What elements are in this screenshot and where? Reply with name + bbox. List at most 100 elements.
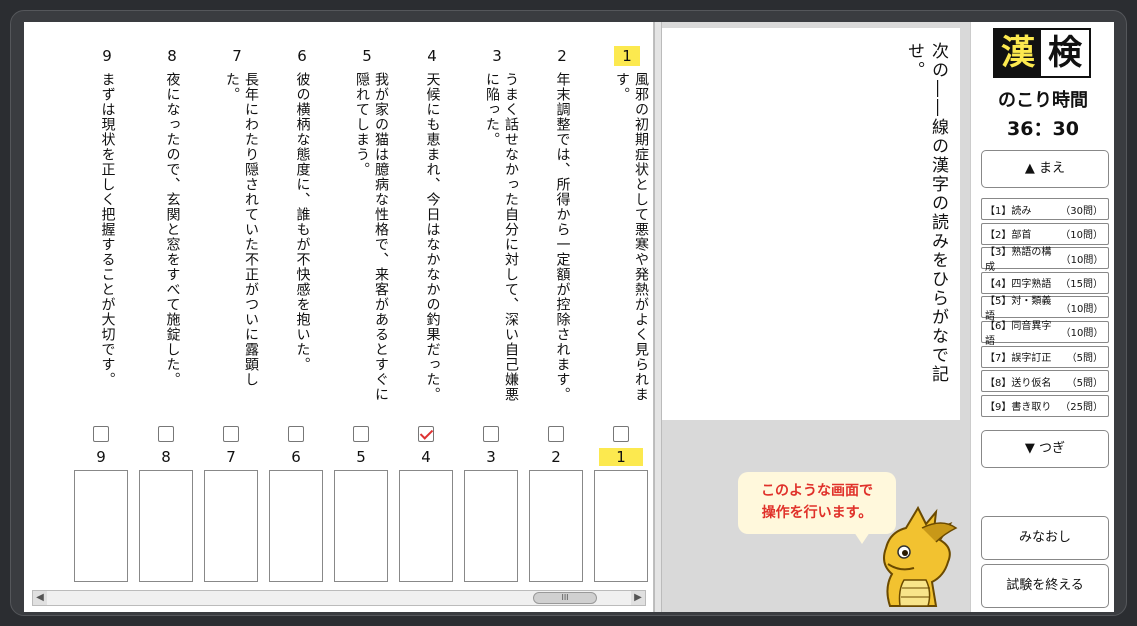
section-count: （15問） [1060, 279, 1103, 291]
section-item-9[interactable]: 【9】書き取り （25問） [981, 394, 1109, 417]
review-checkbox[interactable] [158, 426, 174, 442]
question-text: 夜になったので、玄関と窓をすべて施錠した。 [164, 72, 181, 387]
review-checkbox[interactable] [93, 426, 109, 442]
answer-box[interactable] [399, 470, 453, 582]
question-text: 我が家の猫は臆病な性格で、来客があるとすぐに隠れてしまう。 [354, 72, 389, 402]
question-4: 4 天候にも恵まれ、今日はなかなかの釣果だった。 [417, 46, 447, 406]
dragon-mascot-icon [883, 505, 958, 607]
answer-5: 5 [334, 426, 388, 586]
answer-number: 5 [356, 448, 366, 466]
instruction-text: 次の――線の漢字の読みをひらがなで記せ。 [904, 42, 948, 384]
answer-box[interactable] [529, 470, 583, 582]
answer-box[interactable] [464, 470, 518, 582]
question-number: 9 [102, 47, 112, 65]
answer-6: 6 [269, 426, 323, 586]
section-label: 【6】同音異字語 [985, 320, 1052, 347]
answer-box[interactable] [74, 470, 128, 582]
answer-number: 1 [599, 448, 643, 466]
question-text: まずは現状を正しく把握することが大切です。 [99, 72, 116, 387]
question-6: 6 彼の横柄な態度に、誰もが不快感を抱いた。 [287, 46, 317, 406]
section-item-4[interactable]: 【4】四字熟語 （15問） [981, 271, 1109, 294]
horizontal-scrollbar[interactable]: ◀ III ▶ [32, 590, 646, 606]
question-number: 2 [557, 47, 567, 65]
exam-screen: 1 風邪の初期症状として悪寒や発熱がよく見られます。 2 年末調整では、所得から… [24, 22, 1114, 612]
scroll-thumb[interactable]: III [533, 592, 597, 604]
section-item-3[interactable]: 【3】熟語の構成 （10問） [981, 247, 1109, 273]
review-checkbox-checked[interactable] [418, 426, 434, 442]
section-item-1[interactable]: 【1】読み （30問） [981, 198, 1109, 220]
answer-number: 6 [291, 448, 301, 466]
answer-number: 9 [96, 448, 106, 466]
question-number: 6 [297, 47, 307, 65]
section-label: 【9】書き取り [985, 402, 1052, 414]
finish-exam-button[interactable]: 試験を終える [981, 564, 1109, 608]
logo-left-char: 漢 [995, 30, 1041, 76]
prev-button[interactable]: ▲ まえ [981, 150, 1109, 188]
bubble-line-2: 操作を行います。 [761, 505, 873, 521]
section-label: 【8】送り仮名 [985, 377, 1052, 389]
question-panel: 1 風邪の初期症状として悪寒や発熱がよく見られます。 2 年末調整では、所得から… [24, 22, 654, 612]
review-button[interactable]: みなおし [981, 516, 1109, 560]
answer-number: 4 [421, 448, 431, 466]
bubble-line-1: このような画面で [761, 483, 873, 499]
answer-3: 3 [464, 426, 518, 586]
answer-box[interactable] [139, 470, 193, 582]
section-count: （10問） [1060, 303, 1104, 315]
question-text: うまく話せなかった自分に対して、深い自己嫌悪に陥った。 [484, 72, 519, 402]
review-checkbox[interactable] [288, 426, 304, 442]
question-text: 長年にわたり隠されていた不正がついに露顕した。 [224, 72, 259, 387]
answer-8: 8 [139, 426, 193, 586]
instruction-box: 次の――線の漢字の読みをひらがなで記せ。 [662, 28, 960, 420]
exam-sidebar: 漢 検 のこり時間 36：30 ▲ まえ 【1】読み （30問） 【2】部首 （10… [970, 22, 1114, 612]
section-list: 【1】読み （30問） 【2】部首 （10問） 【3】熟語の構成 （10問） 【4】四… [981, 198, 1109, 419]
question-1: 1 風邪の初期症状として悪寒や発熱がよく見られます。 [612, 46, 649, 406]
timer-value: 36：30 [1007, 118, 1079, 140]
question-number: 5 [362, 47, 372, 65]
section-count: （5問） [1066, 353, 1103, 365]
review-checkbox[interactable] [548, 426, 564, 442]
question-number: 4 [427, 47, 437, 65]
kanken-logo: 漢 検 [993, 28, 1091, 78]
section-count: （10問） [1060, 254, 1104, 266]
question-list: 1 風邪の初期症状として悪寒や発熱がよく見られます。 2 年末調整では、所得から… [46, 46, 649, 406]
next-button[interactable]: ▼ つぎ [981, 430, 1109, 468]
section-item-2[interactable]: 【2】部首 （10問） [981, 222, 1109, 245]
question-2: 2 年末調整では、所得から一定額が控除されます。 [547, 46, 577, 406]
section-label: 【3】熟語の構成 [985, 247, 1052, 274]
instruction-panel: 次の――線の漢字の読みをひらがなで記せ。 このような画面で 操作を行います。 [662, 22, 970, 612]
review-checkbox[interactable] [353, 426, 369, 442]
question-7: 7 長年にわたり隠されていた不正がついに露顕した。 [222, 46, 259, 406]
question-text: 天候にも恵まれ、今日はなかなかの釣果だった。 [424, 72, 441, 402]
answer-box[interactable] [334, 470, 388, 582]
scroll-left-arrow-icon[interactable]: ◀ [33, 591, 47, 605]
answer-box[interactable] [594, 470, 648, 582]
section-item-8[interactable]: 【8】送り仮名 （5問） [981, 370, 1109, 393]
scroll-right-arrow-icon[interactable]: ▶ [631, 591, 645, 605]
section-count: （5問） [1066, 377, 1103, 389]
review-checkbox[interactable] [483, 426, 499, 442]
section-item-7[interactable]: 【7】誤字訂正 （5問） [981, 345, 1109, 368]
answer-box[interactable] [269, 470, 323, 582]
section-label: 【2】部首 [985, 230, 1032, 242]
answer-2: 2 [529, 426, 583, 586]
answer-number: 8 [161, 448, 171, 466]
answer-7: 7 [204, 426, 258, 586]
question-text: 年末調整では、所得から一定額が控除されます。 [554, 72, 571, 402]
section-item-6[interactable]: 【6】同音異字語 （10問） [981, 320, 1109, 347]
question-text: 風邪の初期症状として悪寒や発熱がよく見られます。 [614, 72, 649, 402]
review-checkbox[interactable] [223, 426, 239, 442]
timer-label: のこり時間 [998, 90, 1088, 111]
answer-box[interactable] [204, 470, 258, 582]
question-8: 8 夜になったので、玄関と窓をすべて施錠した。 [157, 46, 187, 406]
review-checkbox[interactable] [613, 426, 629, 442]
question-number: 3 [492, 47, 502, 65]
section-count: （10問） [1060, 328, 1104, 340]
answer-9: 9 [74, 426, 128, 586]
answer-4: 4 [399, 426, 453, 586]
panel-splitter[interactable] [654, 22, 662, 612]
section-label: 【4】四字熟語 [985, 279, 1052, 291]
section-item-5[interactable]: 【5】対・類義語 （10問） [981, 296, 1109, 322]
section-label: 【1】読み [985, 205, 1032, 217]
section-count: （25問） [1060, 402, 1103, 414]
question-number: 1 [614, 46, 640, 66]
